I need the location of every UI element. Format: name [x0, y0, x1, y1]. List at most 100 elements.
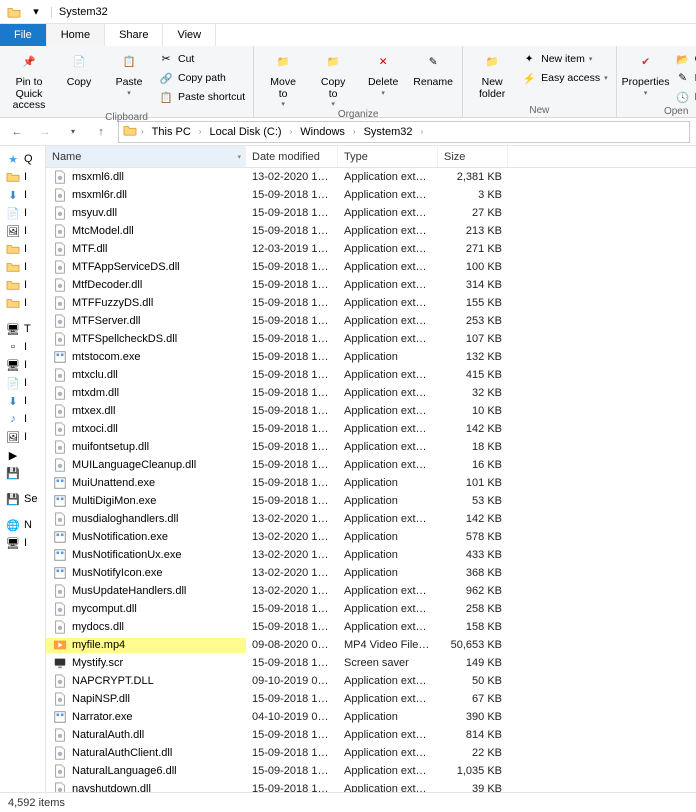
file-size: 962 KB [438, 585, 508, 597]
paste-shortcut-button[interactable]: 📋Paste shortcut [156, 88, 247, 106]
file-row[interactable]: mtxclu.dll15-09-2018 12:58 ...Applicatio… [46, 366, 696, 384]
cut-button[interactable]: ✂Cut [156, 50, 247, 68]
sidebar-item[interactable]: I [0, 294, 45, 312]
file-row[interactable]: MTFFuzzyDS.dll15-09-2018 12:58 ...Applic… [46, 294, 696, 312]
navigation-pane[interactable]: ★QI⬇I📄I🖼IIIII🖥T▫I🖥I📄I⬇I♪I🖼I▶💾💾Se🌐N🖥I [0, 146, 46, 792]
file-row[interactable]: musdialoghandlers.dll13-02-2020 10:28 ..… [46, 510, 696, 528]
file-row[interactable]: MUILanguageCleanup.dll15-09-2018 12:58 .… [46, 456, 696, 474]
file-row[interactable]: mtstocom.exe15-09-2018 12:58 ...Applicat… [46, 348, 696, 366]
sidebar-item[interactable]: 📄I [0, 374, 45, 392]
chevron-right-icon[interactable]: › [351, 127, 358, 136]
copy-to-button[interactable]: 📁Copy to▾ [310, 48, 356, 109]
file-row[interactable]: msyuv.dll15-09-2018 12:58 ...Application… [46, 204, 696, 222]
tab-view[interactable]: View [163, 24, 216, 46]
chevron-right-icon[interactable]: › [288, 127, 295, 136]
back-button[interactable]: ← [6, 121, 28, 143]
sidebar-item[interactable]: 🌐N [0, 516, 45, 534]
sidebar-item[interactable]: ⬇I [0, 392, 45, 410]
file-row[interactable]: msxml6.dll13-02-2020 10:28 ...Applicatio… [46, 168, 696, 186]
sidebar-item[interactable]: ♪I [0, 410, 45, 428]
sidebar-item[interactable]: ★Q [0, 150, 45, 168]
tab-file[interactable]: File [0, 24, 47, 46]
file-row[interactable]: myfile.mp409-08-2020 05:04 ...MP4 Video … [46, 636, 696, 654]
sidebar-item[interactable]: I [0, 276, 45, 294]
file-row[interactable]: mtxoci.dll15-09-2018 12:59 ...Applicatio… [46, 420, 696, 438]
file-row[interactable]: mydocs.dll15-09-2018 13:04 ...Applicatio… [46, 618, 696, 636]
sidebar-item[interactable]: ⬇I [0, 186, 45, 204]
file-row[interactable]: NaturalLanguage6.dll15-09-2018 12:58 ...… [46, 762, 696, 780]
new-item-button[interactable]: ✦New item ▾ [519, 50, 609, 68]
qat-icon[interactable]: ▾ [28, 4, 44, 20]
column-header-name[interactable]: Name▾ [46, 146, 246, 167]
file-row[interactable]: NaturalAuth.dll15-09-2018 12:58 ...Appli… [46, 726, 696, 744]
file-row[interactable]: Mystify.scr15-09-2018 12:59 ...Screen sa… [46, 654, 696, 672]
chevron-right-icon[interactable]: › [139, 127, 146, 136]
file-row[interactable]: MultiDigiMon.exe15-09-2018 12:58 ...Appl… [46, 492, 696, 510]
sidebar-item[interactable]: I [0, 240, 45, 258]
tab-home[interactable]: Home [47, 24, 105, 46]
file-row[interactable]: NaturalAuthClient.dll15-09-2018 12:58 ..… [46, 744, 696, 762]
forward-button[interactable]: → [34, 121, 56, 143]
file-row[interactable]: MuiUnattend.exe15-09-2018 12:58 ...Appli… [46, 474, 696, 492]
history-button[interactable]: 🕓History [673, 88, 696, 106]
sidebar-item[interactable]: 🖥I [0, 534, 45, 552]
breadcrumb-seg[interactable]: This PC [148, 126, 195, 138]
file-row[interactable]: Narrator.exe04-10-2019 09:29 ...Applicat… [46, 708, 696, 726]
edit-button[interactable]: ✎Edit [673, 69, 696, 87]
tab-share[interactable]: Share [105, 24, 163, 46]
file-row[interactable]: msxml6r.dll15-09-2018 12:58 ...Applicati… [46, 186, 696, 204]
delete-button[interactable]: ✕Delete▾ [360, 48, 406, 97]
file-row[interactable]: MtfDecoder.dll15-09-2018 12:58 ...Applic… [46, 276, 696, 294]
sidebar-item[interactable]: 🖼I [0, 428, 45, 446]
up-button[interactable]: ↑ [90, 121, 112, 143]
file-row[interactable]: MusNotificationUx.exe13-02-2020 10:28 ..… [46, 546, 696, 564]
sidebar-item[interactable]: 🖼I [0, 222, 45, 240]
sidebar-item[interactable]: 💾 [0, 464, 45, 482]
rename-button[interactable]: ✎Rename [410, 48, 456, 89]
sidebar-item[interactable]: ▫I [0, 338, 45, 356]
column-header-size[interactable]: Size [438, 146, 508, 167]
file-row[interactable]: NAPCRYPT.DLL09-10-2019 06:37 ...Applicat… [46, 672, 696, 690]
file-row[interactable]: MTFSpellcheckDS.dll15-09-2018 12:58 ...A… [46, 330, 696, 348]
copy-path-button[interactable]: 🔗Copy path [156, 69, 247, 87]
sidebar-item[interactable]: I [0, 258, 45, 276]
column-header-type[interactable]: Type [338, 146, 438, 167]
chevron-right-icon[interactable]: › [418, 127, 425, 136]
paste-button[interactable]: 📋 Paste▾ [106, 48, 152, 97]
file-row[interactable]: MTF.dll12-03-2019 12:01 ...Application e… [46, 240, 696, 258]
chevron-right-icon[interactable]: › [197, 127, 204, 136]
file-row[interactable]: MTFAppServiceDS.dll15-09-2018 12:58 ...A… [46, 258, 696, 276]
recent-button[interactable]: ▾ [62, 121, 84, 143]
move-to-button[interactable]: 📁Move to▾ [260, 48, 306, 109]
breadcrumb-seg[interactable]: Windows [296, 126, 349, 138]
column-header-date[interactable]: Date modified [246, 146, 338, 167]
file-row[interactable]: navshutdown.dll15-09-2018 12:58 ...Appli… [46, 780, 696, 792]
sidebar-item[interactable]: 💾Se [0, 490, 45, 508]
new-folder-button[interactable]: 📁New folder [469, 48, 515, 100]
file-row[interactable]: NapiNSP.dll15-09-2018 12:58 ...Applicati… [46, 690, 696, 708]
properties-button[interactable]: ✔Properties▾ [623, 48, 669, 97]
sidebar-item[interactable]: 🖥I [0, 356, 45, 374]
pin-to-quick-access-button[interactable]: 📌 Pin to Quick access [6, 48, 52, 112]
copy-button[interactable]: 📄 Copy [56, 48, 102, 89]
sidebar-item[interactable]: I [0, 168, 45, 186]
sidebar-item[interactable]: 🖥T [0, 320, 45, 338]
breadcrumb-seg[interactable]: Local Disk (C:) [205, 126, 285, 138]
sidebar-item[interactable]: ▶ [0, 446, 45, 464]
file-row[interactable]: muifontsetup.dll15-09-2018 12:58 ...Appl… [46, 438, 696, 456]
file-row[interactable]: mtxdm.dll15-09-2018 12:58 ...Application… [46, 384, 696, 402]
file-rows[interactable]: msxml6.dll13-02-2020 10:28 ...Applicatio… [46, 168, 696, 792]
breadcrumb[interactable]: › This PC › Local Disk (C:) › Windows › … [118, 121, 690, 143]
file-row[interactable]: MtcModel.dll15-09-2018 12:58 ...Applicat… [46, 222, 696, 240]
easy-access-button[interactable]: ⚡Easy access ▾ [519, 69, 609, 87]
file-row[interactable]: MusNotification.exe13-02-2020 10:28 ...A… [46, 528, 696, 546]
sidebar-item[interactable]: 📄I [0, 204, 45, 222]
chevron-down-icon[interactable]: ▾ [237, 153, 241, 161]
file-row[interactable]: mtxex.dll15-09-2018 12:58 ...Application… [46, 402, 696, 420]
file-row[interactable]: mycomput.dll15-09-2018 12:59 ...Applicat… [46, 600, 696, 618]
open-button[interactable]: 📂Open ▾ [673, 50, 696, 68]
file-row[interactable]: MusUpdateHandlers.dll13-02-2020 10:28 ..… [46, 582, 696, 600]
file-row[interactable]: MusNotifyIcon.exe13-02-2020 10:28 ...App… [46, 564, 696, 582]
file-row[interactable]: MTFServer.dll15-09-2018 12:58 ...Applica… [46, 312, 696, 330]
breadcrumb-seg[interactable]: System32 [360, 126, 417, 138]
